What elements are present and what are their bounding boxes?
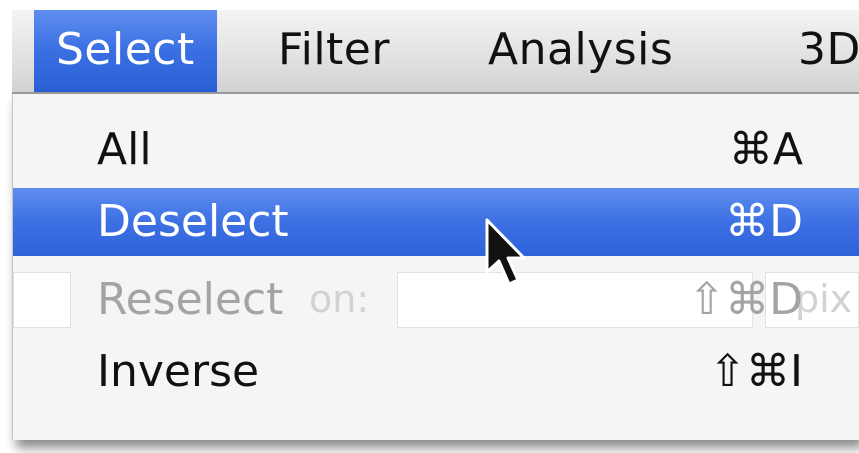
menu-3d-label: 3D	[798, 24, 859, 75]
menu-item-inverse-shortcut: ⇧⌘I	[709, 346, 803, 397]
menu-3d[interactable]: 3D	[798, 10, 859, 92]
arrow-pointer-icon	[485, 218, 526, 286]
screenshot-stage: Select Filter Analysis 3D on: pix All ⌘A…	[0, 0, 859, 453]
menu-item-deselect-label: Deselect	[97, 196, 289, 247]
menu-bar: Select Filter Analysis 3D	[12, 10, 859, 94]
menu-select[interactable]: Select	[34, 10, 217, 92]
menu-analysis-label: Analysis	[488, 24, 674, 75]
menu-item-deselect[interactable]: Deselect ⌘D	[13, 188, 859, 256]
menu-item-deselect-shortcut: ⌘D	[725, 196, 803, 247]
menu-item-inverse[interactable]: Inverse ⇧⌘I	[13, 338, 859, 406]
menu-item-reselect: Reselect ⇧⌘D	[13, 266, 859, 334]
select-dropdown-menu: on: pix All ⌘A Deselect ⌘D Reselect ⇧⌘D …	[12, 94, 859, 440]
menu-item-reselect-shortcut: ⇧⌘D	[688, 274, 803, 325]
menu-item-all-label: All	[97, 124, 152, 175]
menu-analysis[interactable]: Analysis	[488, 10, 673, 92]
menu-select-label: Select	[56, 24, 195, 75]
menu-item-all-shortcut: ⌘A	[728, 124, 803, 175]
menu-item-all[interactable]: All ⌘A	[13, 116, 859, 184]
menu-filter[interactable]: Filter	[278, 10, 390, 92]
menu-filter-label: Filter	[278, 24, 390, 75]
menu-item-reselect-label: Reselect	[97, 274, 284, 325]
menu-item-inverse-label: Inverse	[97, 346, 260, 397]
